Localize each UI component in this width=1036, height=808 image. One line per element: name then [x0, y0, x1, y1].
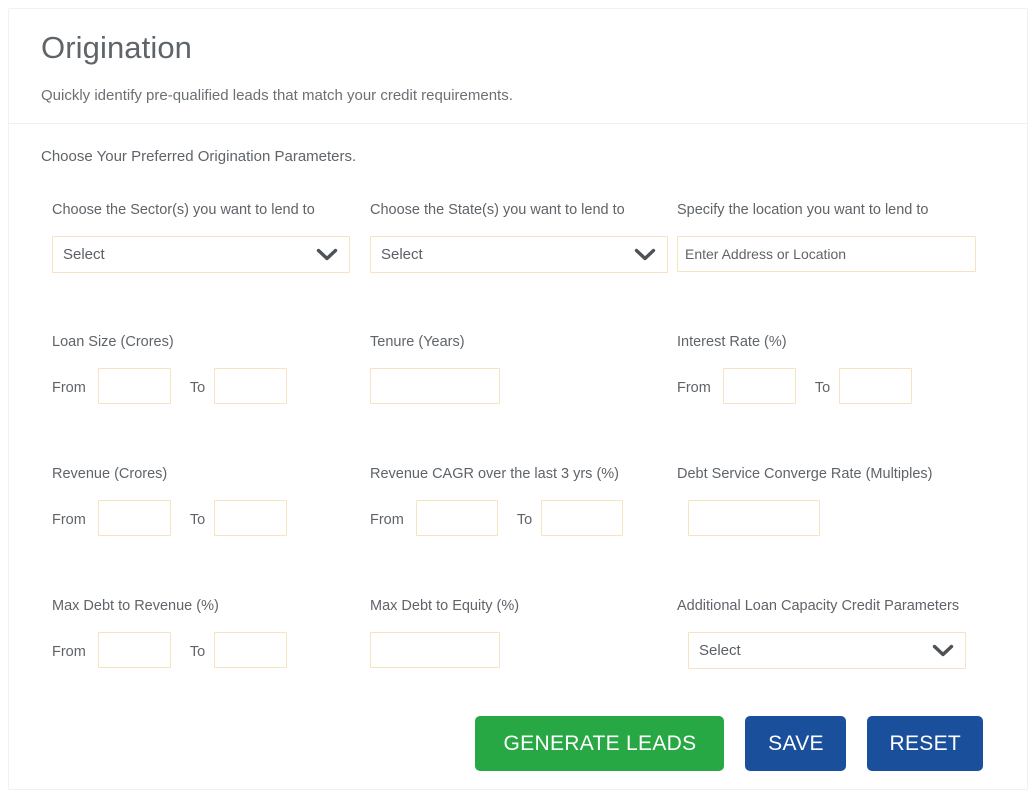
revenue-cagr-to-label: To — [516, 511, 533, 528]
field-group-state: Choose the State(s) you want to lend to … — [359, 202, 677, 334]
card-body: Choose Your Preferred Origination Parame… — [9, 124, 1027, 730]
label-max-debt-equity: Max Debt to Equity (%) — [370, 597, 520, 614]
field-group-tenure: Tenure (Years) — [359, 334, 677, 466]
max-debt-revenue-from-label: From — [52, 643, 86, 660]
label-additional-params: Additional Loan Capacity Credit Paramete… — [677, 597, 960, 614]
field-group-sector: Choose the Sector(s) you want to lend to… — [41, 202, 359, 334]
chevron-down-icon — [932, 644, 954, 658]
reset-button[interactable]: RESET — [867, 716, 983, 771]
field-group-revenue-cagr: Revenue CAGR over the last 3 yrs (%) Fro… — [359, 466, 677, 598]
chevron-down-icon — [634, 248, 656, 262]
field-group-loan-size: Loan Size (Crores) From To — [41, 334, 359, 466]
loan-size-from-input[interactable] — [97, 368, 171, 405]
card-header: Origination Quickly identify pre-qualifi… — [9, 9, 1027, 124]
page-subtitle: Quickly identify pre-qualified leads tha… — [41, 86, 513, 104]
label-tenure: Tenure (Years) — [370, 333, 465, 350]
generate-leads-button[interactable]: GENERATE LEADS — [475, 716, 725, 771]
additional-params-select-value: Select — [699, 642, 741, 660]
revenue-from-label: From — [52, 511, 86, 528]
sector-select[interactable]: Select — [52, 236, 350, 274]
interest-rate-to-input[interactable] — [839, 368, 913, 405]
loan-size-from-label: From — [52, 379, 86, 396]
loan-size-to-input[interactable] — [214, 368, 288, 405]
interest-rate-from-label: From — [677, 379, 711, 396]
label-revenue-cagr: Revenue CAGR over the last 3 yrs (%) — [370, 465, 620, 482]
interest-rate-to-label: To — [814, 379, 831, 396]
revenue-from-input[interactable] — [97, 500, 171, 537]
loan-size-to-label: To — [189, 379, 206, 396]
max-debt-revenue-to-input[interactable] — [214, 632, 288, 669]
origination-card: Origination Quickly identify pre-qualifi… — [8, 8, 1028, 790]
label-revenue: Revenue (Crores) — [52, 465, 168, 482]
sector-select-value: Select — [63, 246, 105, 264]
revenue-to-label: To — [189, 511, 206, 528]
interest-rate-from-input[interactable] — [722, 368, 796, 405]
debt-service-input[interactable] — [688, 500, 820, 537]
tenure-input[interactable] — [370, 368, 500, 405]
label-debt-service: Debt Service Converge Rate (Multiples) — [677, 465, 933, 482]
label-state: Choose the State(s) you want to lend to — [370, 201, 625, 218]
label-loan-size: Loan Size (Crores) — [52, 333, 174, 350]
field-group-additional-params: Additional Loan Capacity Credit Paramete… — [677, 598, 995, 730]
label-location: Specify the location you want to lend to — [677, 201, 929, 218]
field-group-debt-service: Debt Service Converge Rate (Multiples) — [677, 466, 995, 598]
field-group-max-debt-equity: Max Debt to Equity (%) — [359, 598, 677, 730]
additional-params-select[interactable]: Select — [688, 632, 966, 670]
max-debt-revenue-from-input[interactable] — [97, 632, 171, 669]
chevron-down-icon — [316, 248, 338, 262]
field-group-location: Specify the location you want to lend to — [677, 202, 995, 334]
section-intro: Choose Your Preferred Origination Parame… — [41, 147, 357, 165]
revenue-to-input[interactable] — [214, 500, 288, 537]
field-group-max-debt-revenue: Max Debt to Revenue (%) From To — [41, 598, 359, 730]
label-interest-rate: Interest Rate (%) — [677, 333, 787, 350]
max-debt-revenue-to-label: To — [189, 643, 206, 660]
page-title: Origination — [41, 30, 193, 65]
label-sector: Choose the Sector(s) you want to lend to — [52, 201, 315, 218]
location-input[interactable] — [677, 236, 976, 273]
revenue-cagr-from-input[interactable] — [415, 500, 498, 537]
field-group-revenue: Revenue (Crores) From To — [41, 466, 359, 598]
max-debt-equity-input[interactable] — [370, 632, 500, 669]
form-actions: GENERATE LEADS SAVE RESET — [475, 716, 983, 771]
save-button[interactable]: SAVE — [745, 716, 847, 771]
label-max-debt-revenue: Max Debt to Revenue (%) — [52, 597, 219, 614]
revenue-cagr-to-input[interactable] — [541, 500, 624, 537]
state-select[interactable]: Select — [370, 236, 668, 274]
state-select-value: Select — [381, 246, 423, 264]
origination-parameters-form: Choose the Sector(s) you want to lend to… — [41, 202, 1027, 730]
field-group-interest-rate: Interest Rate (%) From To — [677, 334, 995, 466]
revenue-cagr-from-label: From — [370, 511, 404, 528]
